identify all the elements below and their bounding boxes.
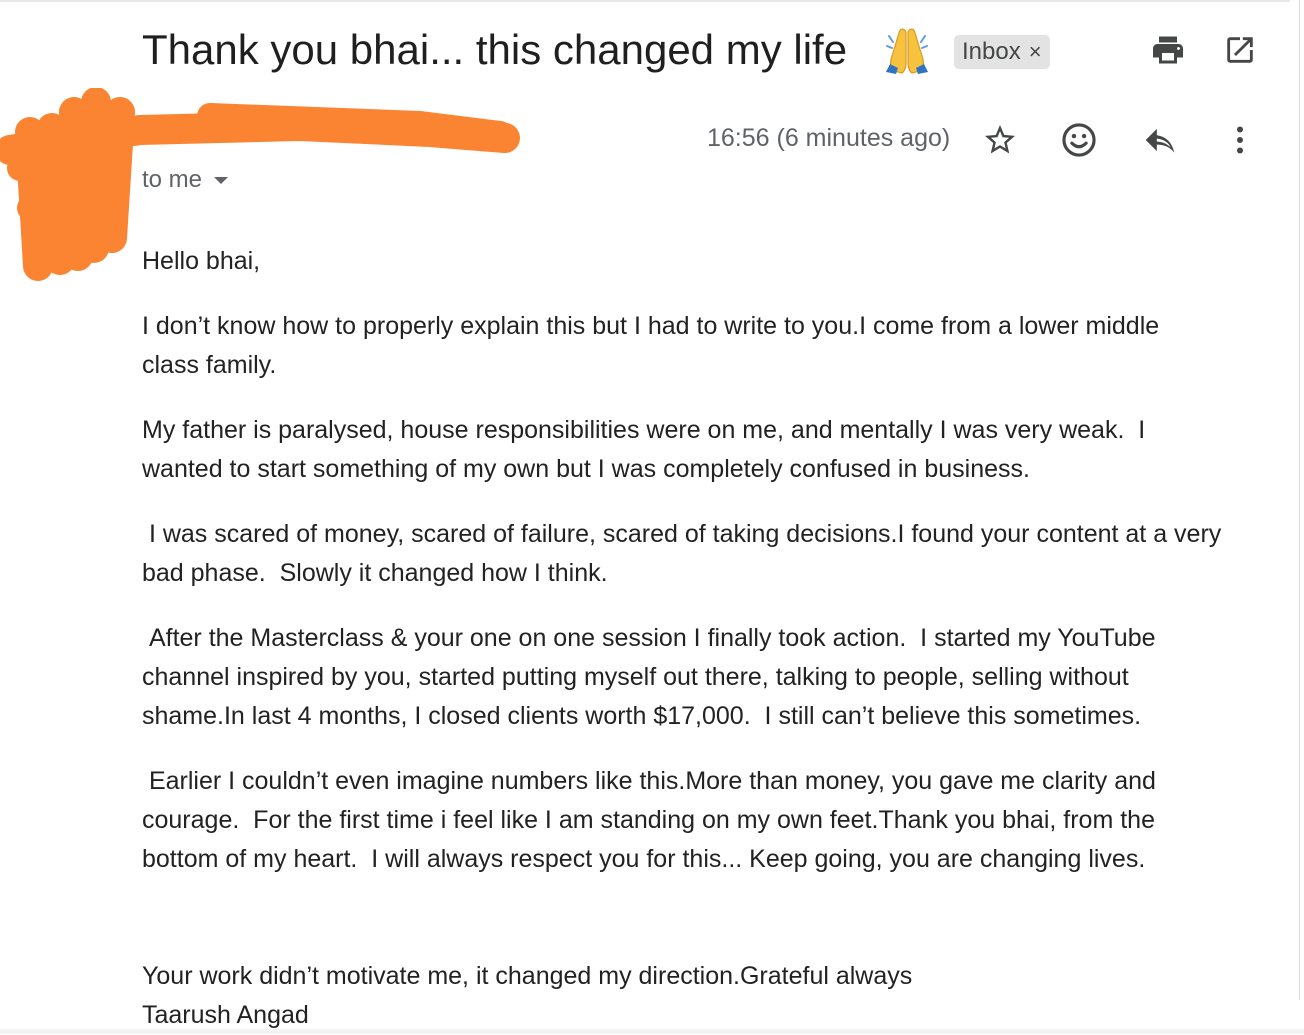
open-in-new-window-icon[interactable]: [1220, 30, 1260, 70]
chevron-down-icon: [214, 176, 229, 184]
right-border: [1299, 0, 1300, 1000]
body-paragraph: I was scared of money, scared of failure…: [142, 520, 1229, 587]
body-paragraph: After the Masterclass & your one on one …: [142, 624, 1163, 730]
recipient-label: to me: [142, 166, 203, 193]
folded-hands-emoji: [884, 24, 930, 74]
body-paragraph: I don’t know how to properly explain thi…: [142, 312, 1167, 379]
body-paragraph: My father is paralysed, house responsibi…: [142, 416, 1153, 483]
closing-line: Your work didn’t motivate me, it changed…: [142, 962, 913, 990]
email-timestamp: 16:56 (6 minutes ago): [707, 124, 951, 152]
remove-label-icon[interactable]: ×: [1029, 39, 1042, 65]
print-icon[interactable]: [1148, 30, 1188, 70]
inbox-label: Inbox: [962, 38, 1021, 65]
recipient-details-toggle[interactable]: to me: [142, 166, 229, 194]
signature: Taarush Angad: [142, 1001, 309, 1029]
email-subject: Thank you bhai... this changed my life: [142, 26, 848, 73]
inbox-label-chip: Inbox ×: [954, 35, 1050, 69]
email-body: Hello bhai, I don’t know how to properly…: [142, 242, 1222, 1035]
more-options-icon[interactable]: [1220, 120, 1260, 160]
top-border: [0, 0, 1290, 2]
reply-icon[interactable]: [1140, 120, 1180, 160]
star-icon[interactable]: [980, 120, 1020, 160]
emoji-reaction-icon[interactable]: [1059, 120, 1099, 160]
greeting: Hello bhai,: [142, 247, 261, 275]
body-paragraph: Earlier I couldn’t even imagine numbers …: [142, 767, 1163, 873]
